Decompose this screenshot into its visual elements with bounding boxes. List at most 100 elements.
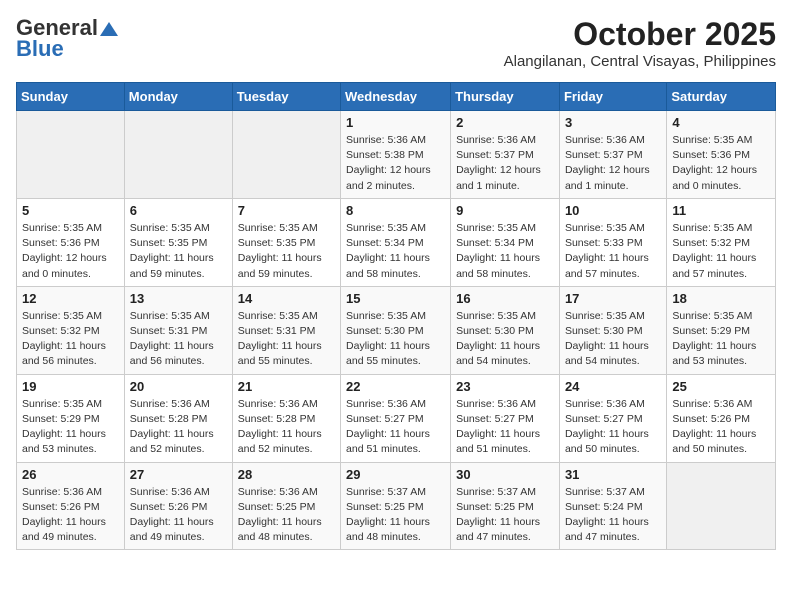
day-number: 19 <box>22 379 119 394</box>
location-title: Alangilanan, Central Visayas, Philippine… <box>504 53 776 70</box>
logo-icon <box>100 22 118 36</box>
calendar-cell: 29 Sunrise: 5:37 AMSunset: 5:25 PMDayligh… <box>341 462 451 550</box>
calendar-cell: 24 Sunrise: 5:36 AMSunset: 5:27 PMDayligh… <box>559 374 666 462</box>
day-info: Sunrise: 5:37 AMSunset: 5:25 PMDaylight:… <box>456 485 554 546</box>
calendar-cell: 31Sunrise: 5:37 AMSunset: 5:24 PMDayligh… <box>559 462 666 550</box>
day-number: 28 <box>238 467 335 482</box>
day-info: Sunrise: 5:35 AMSunset: 5:29 PMDaylight:… <box>672 309 770 370</box>
day-info: Sunrise: 5:35 AMSunset: 5:32 PMDaylight:… <box>22 309 119 370</box>
calendar-week-2: 5 Sunrise: 5:35 AMSunset: 5:36 PMDaylight… <box>17 198 776 286</box>
calendar-cell: 30 Sunrise: 5:37 AMSunset: 5:25 PMDayligh… <box>451 462 560 550</box>
calendar-cell: 20 Sunrise: 5:36 AMSunset: 5:28 PMDayligh… <box>124 374 232 462</box>
calendar-cell: 16 Sunrise: 5:35 AMSunset: 5:30 PMDayligh… <box>451 286 560 374</box>
calendar-cell <box>124 111 232 199</box>
day-info: Sunrise: 5:35 AMSunset: 5:30 PMDaylight:… <box>456 309 554 370</box>
day-info: Sunrise: 5:37 AMSunset: 5:24 PMDaylight:… <box>565 485 661 546</box>
day-number: 30 <box>456 467 554 482</box>
day-info: Sunrise: 5:35 AMSunset: 5:35 PMDaylight:… <box>238 221 335 282</box>
calendar-cell: 13 Sunrise: 5:35 AMSunset: 5:31 PMDayligh… <box>124 286 232 374</box>
calendar-cell: 28 Sunrise: 5:36 AMSunset: 5:25 PMDayligh… <box>232 462 340 550</box>
day-info: Sunrise: 5:36 AMSunset: 5:26 PMDaylight:… <box>672 397 770 458</box>
calendar-cell: 4Sunrise: 5:35 AMSunset: 5:36 PMDaylight… <box>667 111 776 199</box>
day-info: Sunrise: 5:36 AMSunset: 5:28 PMDaylight:… <box>130 397 227 458</box>
calendar-cell: 11Sunrise: 5:35 AMSunset: 5:32 PMDayligh… <box>667 198 776 286</box>
day-header-sunday: Sunday <box>17 83 125 111</box>
day-info: Sunrise: 5:35 AMSunset: 5:29 PMDaylight:… <box>22 397 119 458</box>
day-header-saturday: Saturday <box>667 83 776 111</box>
day-info: Sunrise: 5:36 AMSunset: 5:27 PMDaylight:… <box>456 397 554 458</box>
calendar-cell: 14 Sunrise: 5:35 AMSunset: 5:31 PMDayligh… <box>232 286 340 374</box>
calendar-header-row: SundayMondayTuesdayWednesdayThursdayFrid… <box>17 83 776 111</box>
calendar-cell: 26 Sunrise: 5:36 AMSunset: 5:26 PMDayligh… <box>17 462 125 550</box>
day-header-monday: Monday <box>124 83 232 111</box>
day-number: 8 <box>346 203 445 218</box>
calendar-table: SundayMondayTuesdayWednesdayThursdayFrid… <box>16 82 776 550</box>
day-info: Sunrise: 5:35 AMSunset: 5:31 PMDaylight:… <box>238 309 335 370</box>
day-number: 11 <box>672 203 770 218</box>
logo-blue-text: Blue <box>16 36 64 62</box>
day-number: 6 <box>130 203 227 218</box>
day-info: Sunrise: 5:35 AMSunset: 5:30 PMDaylight:… <box>565 309 661 370</box>
day-number: 14 <box>238 291 335 306</box>
calendar-cell: 8Sunrise: 5:35 AMSunset: 5:34 PMDaylight… <box>341 198 451 286</box>
calendar-cell: 23 Sunrise: 5:36 AMSunset: 5:27 PMDayligh… <box>451 374 560 462</box>
calendar-cell: 10Sunrise: 5:35 AMSunset: 5:33 PMDayligh… <box>559 198 666 286</box>
day-number: 2 <box>456 115 554 130</box>
calendar-cell: 25 Sunrise: 5:36 AMSunset: 5:26 PMDayligh… <box>667 374 776 462</box>
calendar-cell: 7 Sunrise: 5:35 AMSunset: 5:35 PMDaylight… <box>232 198 340 286</box>
day-info: Sunrise: 5:36 AMSunset: 5:27 PMDaylight:… <box>565 397 661 458</box>
title-section: October 2025 Alangilanan, Central Visaya… <box>504 16 776 70</box>
logo: General Blue <box>16 16 118 62</box>
day-number: 20 <box>130 379 227 394</box>
day-info: Sunrise: 5:36 AMSunset: 5:26 PMDaylight:… <box>130 485 227 546</box>
day-number: 29 <box>346 467 445 482</box>
day-number: 27 <box>130 467 227 482</box>
day-number: 15 <box>346 291 445 306</box>
day-info: Sunrise: 5:36 AMSunset: 5:27 PMDaylight:… <box>346 397 445 458</box>
day-number: 21 <box>238 379 335 394</box>
calendar-cell: 2 Sunrise: 5:36 AMSunset: 5:37 PMDaylight… <box>451 111 560 199</box>
day-header-tuesday: Tuesday <box>232 83 340 111</box>
day-number: 13 <box>130 291 227 306</box>
day-number: 5 <box>22 203 119 218</box>
day-number: 24 <box>565 379 661 394</box>
calendar-cell <box>667 462 776 550</box>
day-info: Sunrise: 5:35 AMSunset: 5:35 PMDaylight:… <box>130 221 227 282</box>
day-number: 7 <box>238 203 335 218</box>
day-number: 16 <box>456 291 554 306</box>
day-info: Sunrise: 5:36 AMSunset: 5:37 PMDaylight:… <box>456 133 554 194</box>
day-header-friday: Friday <box>559 83 666 111</box>
day-number: 10 <box>565 203 661 218</box>
day-number: 12 <box>22 291 119 306</box>
day-info: Sunrise: 5:35 AMSunset: 5:36 PMDaylight:… <box>22 221 119 282</box>
day-number: 3 <box>565 115 661 130</box>
day-number: 26 <box>22 467 119 482</box>
calendar-cell: 9Sunrise: 5:35 AMSunset: 5:34 PMDaylight… <box>451 198 560 286</box>
day-number: 17 <box>565 291 661 306</box>
calendar-cell: 27 Sunrise: 5:36 AMSunset: 5:26 PMDayligh… <box>124 462 232 550</box>
calendar-cell: 3Sunrise: 5:36 AMSunset: 5:37 PMDaylight… <box>559 111 666 199</box>
day-info: Sunrise: 5:37 AMSunset: 5:25 PMDaylight:… <box>346 485 445 546</box>
day-info: Sunrise: 5:35 AMSunset: 5:30 PMDaylight:… <box>346 309 445 370</box>
calendar-cell: 17 Sunrise: 5:35 AMSunset: 5:30 PMDayligh… <box>559 286 666 374</box>
page-header: General Blue October 2025 Alangilanan, C… <box>16 16 776 70</box>
day-info: Sunrise: 5:36 AMSunset: 5:38 PMDaylight:… <box>346 133 445 194</box>
day-number: 22 <box>346 379 445 394</box>
day-number: 18 <box>672 291 770 306</box>
calendar-cell: 15 Sunrise: 5:35 AMSunset: 5:30 PMDayligh… <box>341 286 451 374</box>
calendar-cell: 1 Sunrise: 5:36 AMSunset: 5:38 PMDaylight… <box>341 111 451 199</box>
calendar-cell: 12 Sunrise: 5:35 AMSunset: 5:32 PMDayligh… <box>17 286 125 374</box>
day-info: Sunrise: 5:35 AMSunset: 5:31 PMDaylight:… <box>130 309 227 370</box>
calendar-cell: 19 Sunrise: 5:35 AMSunset: 5:29 PMDayligh… <box>17 374 125 462</box>
day-number: 1 <box>346 115 445 130</box>
day-info: Sunrise: 5:36 AMSunset: 5:26 PMDaylight:… <box>22 485 119 546</box>
month-title: October 2025 <box>504 16 776 53</box>
day-number: 9 <box>456 203 554 218</box>
day-number: 25 <box>672 379 770 394</box>
calendar-cell: 6 Sunrise: 5:35 AMSunset: 5:35 PMDaylight… <box>124 198 232 286</box>
day-header-thursday: Thursday <box>451 83 560 111</box>
calendar-week-3: 12 Sunrise: 5:35 AMSunset: 5:32 PMDayligh… <box>17 286 776 374</box>
day-number: 23 <box>456 379 554 394</box>
day-info: Sunrise: 5:36 AMSunset: 5:25 PMDaylight:… <box>238 485 335 546</box>
calendar-week-4: 19 Sunrise: 5:35 AMSunset: 5:29 PMDayligh… <box>17 374 776 462</box>
